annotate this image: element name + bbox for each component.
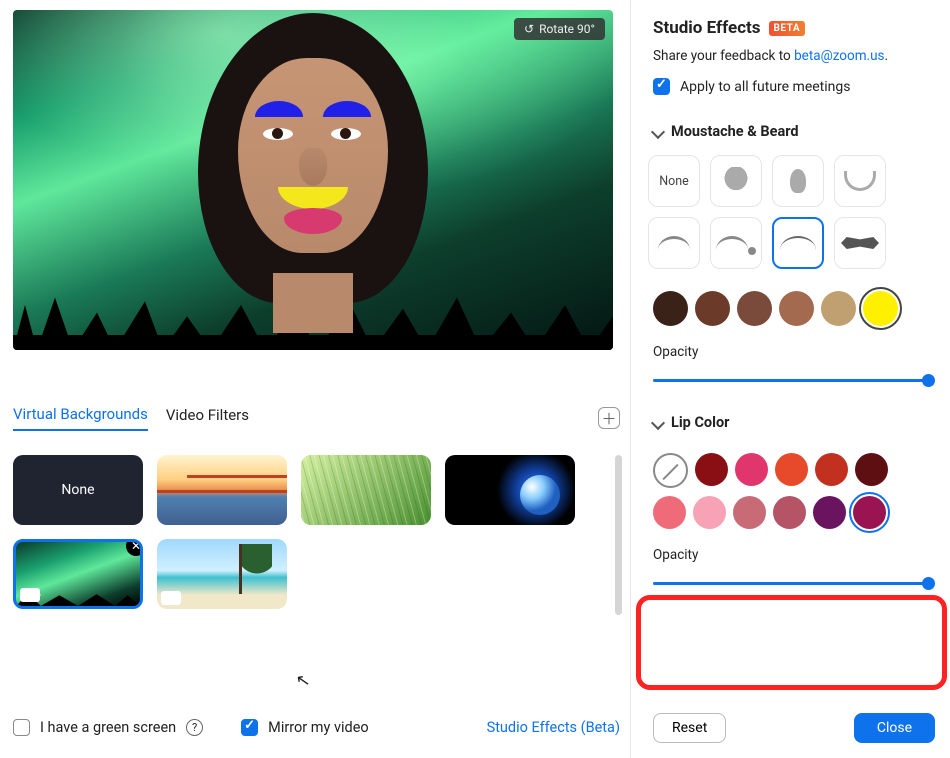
lip-opacity-slider[interactable]	[653, 577, 931, 589]
lip-color-swatch[interactable]	[735, 453, 768, 486]
feedback-email-link[interactable]: beta@zoom.us	[794, 48, 884, 64]
beard-option-none[interactable]: None	[648, 155, 700, 207]
beard-color-swatch[interactable]	[863, 291, 898, 326]
bg-option-beach[interactable]	[157, 539, 287, 609]
mirror-checkbox[interactable]	[241, 719, 258, 736]
reset-button[interactable]: Reset	[653, 713, 726, 743]
highlight-box	[636, 595, 947, 690]
feedback-text: Share your feedback to beta@zoom.us.	[653, 48, 935, 64]
lip-color-swatch[interactable]	[775, 453, 808, 486]
rotate-button[interactable]: ↺ Rotate 90°	[514, 18, 605, 40]
beard-option-handlebar[interactable]	[648, 217, 700, 269]
lip-color-swatch[interactable]	[815, 453, 848, 486]
section-lip-label: Lip Color	[671, 414, 729, 431]
lip-color-swatch[interactable]	[653, 496, 686, 529]
panel-title-text: Studio Effects	[653, 18, 761, 38]
close-button[interactable]: Close	[854, 713, 935, 743]
beard-option-thick-moustache[interactable]	[834, 217, 886, 269]
chevron-down-icon	[651, 124, 665, 138]
bg-option-earth[interactable]	[445, 455, 575, 525]
moustache-opacity-label: Opacity	[653, 344, 935, 360]
lip-color-none[interactable]	[653, 453, 688, 488]
section-moustache-toggle[interactable]: Moustache & Beard	[653, 123, 935, 140]
lip-color-swatch[interactable]	[855, 453, 888, 486]
beta-badge: BETA	[769, 21, 806, 36]
help-icon[interactable]: ?	[186, 719, 203, 736]
green-screen-checkbox[interactable]	[13, 719, 30, 736]
bg-option-aurora[interactable]: ✕	[13, 539, 143, 609]
beard-color-swatch[interactable]	[695, 291, 730, 326]
bg-option-none[interactable]: None	[13, 455, 143, 525]
scrollbar[interactable]	[615, 455, 622, 615]
moustache-opacity-slider[interactable]	[653, 374, 931, 386]
camera-icon	[161, 591, 181, 605]
panel-title: Studio Effects BETA	[653, 18, 935, 38]
tab-virtual-backgrounds[interactable]: Virtual Backgrounds	[13, 405, 148, 431]
video-preview: ↺ Rotate 90°	[13, 10, 613, 350]
section-moustache-label: Moustache & Beard	[671, 123, 799, 140]
section-lip-toggle[interactable]: Lip Color	[653, 414, 935, 431]
beard-color-swatch[interactable]	[821, 291, 856, 326]
beard-option-thin-moustache[interactable]	[772, 217, 824, 269]
add-background-button[interactable]: ＋	[598, 407, 620, 429]
lip-color-swatch[interactable]	[693, 496, 726, 529]
tab-video-filters[interactable]: Video Filters	[166, 406, 249, 430]
beard-option-full[interactable]	[710, 155, 762, 207]
lip-color-swatch[interactable]	[813, 496, 846, 529]
remove-background-button[interactable]: ✕	[126, 539, 143, 556]
background-grid: None ✕	[13, 455, 620, 609]
rotate-label: Rotate 90°	[539, 22, 595, 36]
beard-option-soulpatch[interactable]	[710, 217, 762, 269]
bg-option-grass[interactable]	[301, 455, 431, 525]
beard-color-swatch[interactable]	[653, 291, 688, 326]
lip-color-swatch[interactable]	[695, 453, 728, 486]
mirror-label: Mirror my video	[268, 719, 369, 736]
lip-color-swatch[interactable]	[853, 496, 886, 529]
beard-color-swatch[interactable]	[779, 291, 814, 326]
lip-opacity-label: Opacity	[653, 547, 935, 563]
green-screen-label: I have a green screen	[40, 719, 176, 736]
apply-all-checkbox[interactable]	[653, 78, 670, 95]
beard-color-swatch[interactable]	[737, 291, 772, 326]
chevron-down-icon	[651, 415, 665, 429]
apply-all-label: Apply to all future meetings	[680, 79, 850, 95]
cursor-icon: ↖	[294, 670, 312, 692]
lip-color-swatch[interactable]	[773, 496, 806, 529]
beard-option-chinstrap[interactable]	[834, 155, 886, 207]
lip-color-swatch[interactable]	[733, 496, 766, 529]
rotate-icon: ↺	[524, 22, 534, 36]
studio-effects-link[interactable]: Studio Effects (Beta)	[487, 719, 620, 736]
beard-option-goatee[interactable]	[772, 155, 824, 207]
bg-option-bridge[interactable]	[157, 455, 287, 525]
camera-icon	[20, 588, 40, 602]
